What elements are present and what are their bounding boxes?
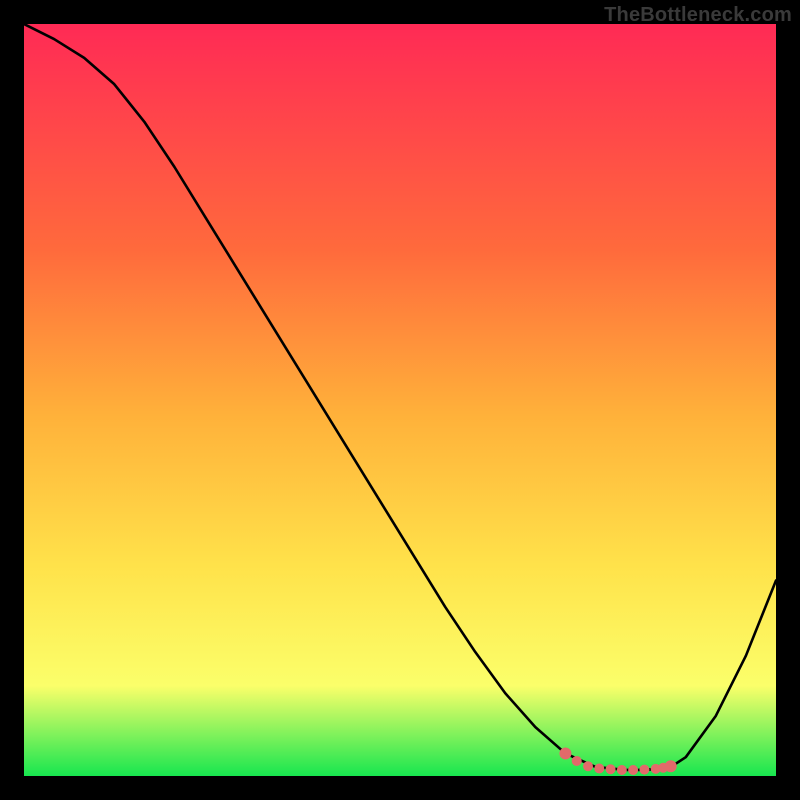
optimal-marker [559,747,571,759]
gradient-background [24,24,776,776]
optimal-marker [617,765,627,775]
optimal-marker [594,763,604,773]
bottleneck-chart [24,24,776,776]
chart-frame [24,24,776,776]
optimal-marker [639,765,649,775]
optimal-marker [628,765,638,775]
optimal-marker [583,761,593,771]
optimal-marker [572,756,582,766]
watermark-text: TheBottleneck.com [604,4,792,27]
optimal-marker [665,760,677,772]
optimal-marker [606,764,616,774]
